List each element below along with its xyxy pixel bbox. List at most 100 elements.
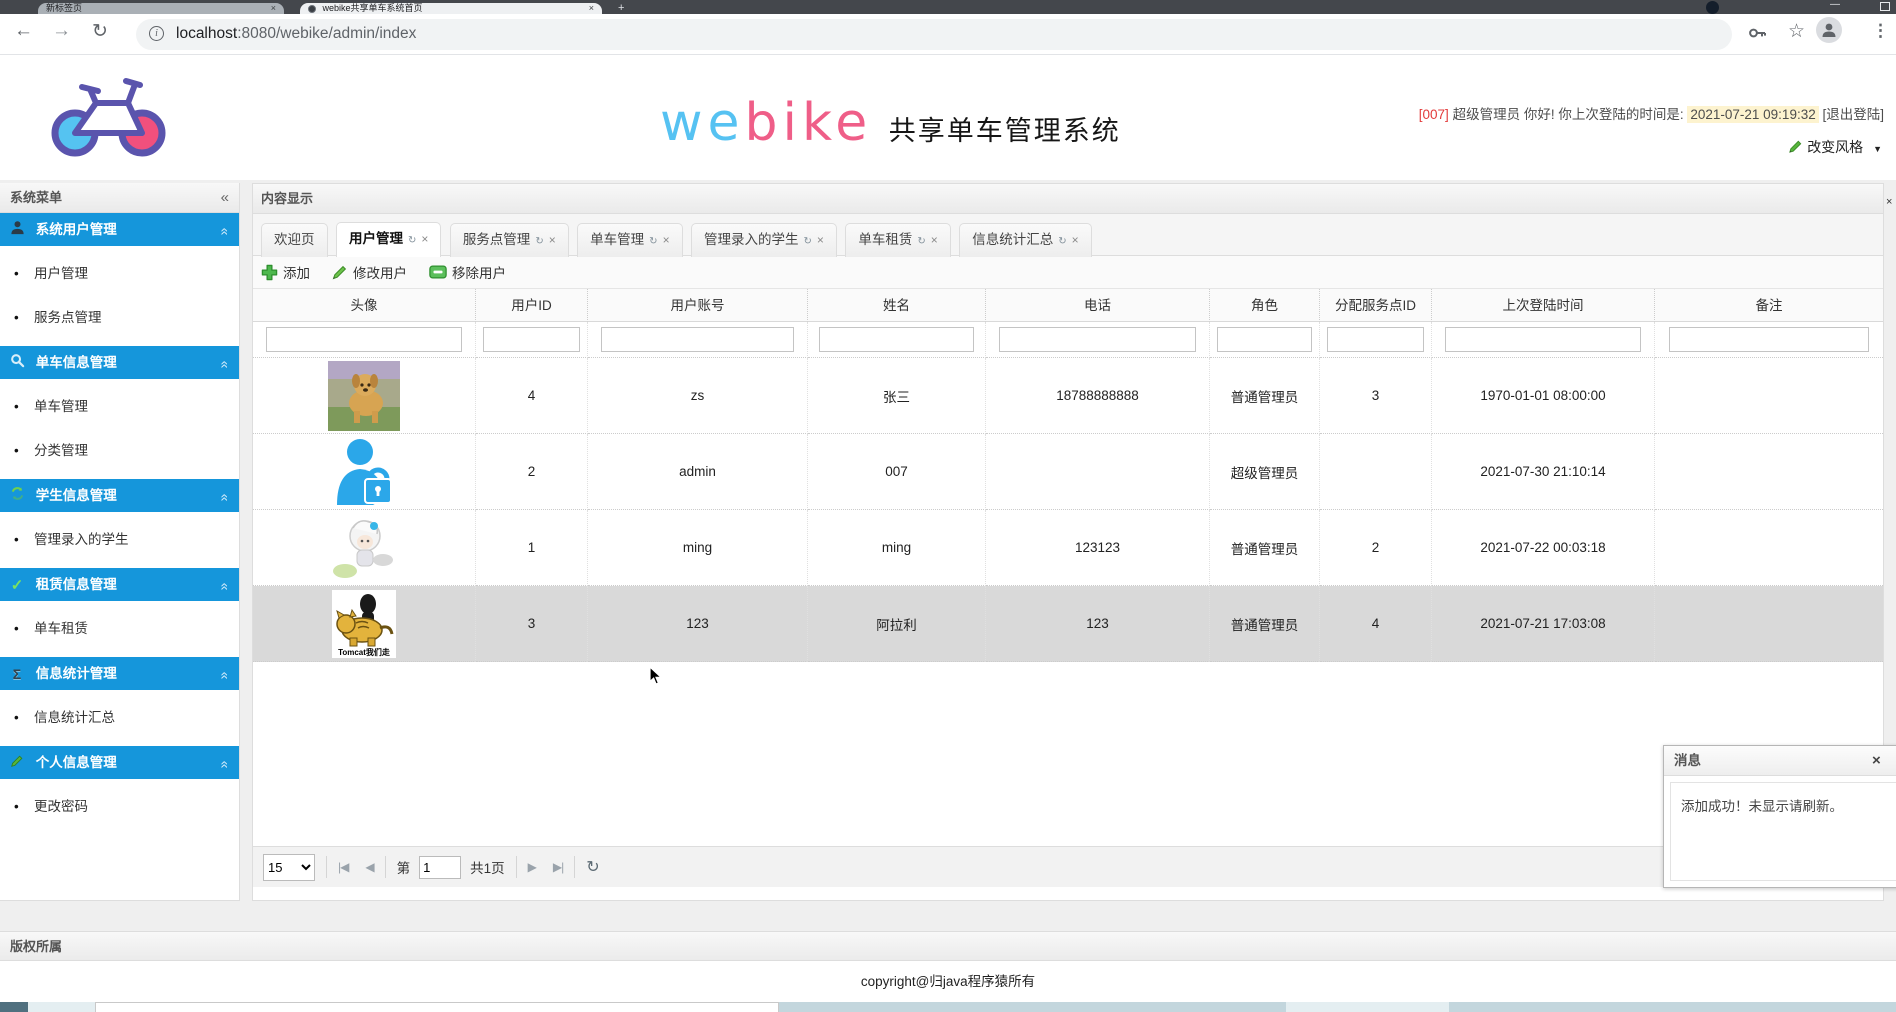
screen: × 新标签页 × webike共享单车系统首页 + — ← → ↻ i loca…	[0, 0, 1896, 1012]
page-size-select[interactable]: 15	[263, 853, 315, 881]
url-text[interactable]: localhost:8080/webike/admin/index	[176, 25, 416, 43]
next-page-button[interactable]: ▶	[528, 860, 537, 874]
edit-user-button[interactable]: 修改用户	[332, 262, 407, 282]
filter-role-input[interactable]	[1216, 327, 1313, 352]
sidebar-section-system-user-mgmt[interactable]: 系统用户管理 «	[0, 213, 239, 246]
col-account[interactable]: 用户账号	[588, 289, 808, 322]
col-user-id[interactable]: 用户ID	[476, 289, 588, 322]
sidebar-item-category-management[interactable]: • 分类管理	[0, 429, 239, 473]
sidebar-section-student-info-mgmt[interactable]: 学生信息管理 «	[0, 479, 239, 512]
chevron-up-icon[interactable]: «	[209, 228, 242, 236]
col-phone[interactable]: 电话	[986, 289, 1210, 322]
sidebar-section-personal-info-mgmt[interactable]: 个人信息管理 «	[0, 746, 239, 779]
tab-close-icon[interactable]: ×	[549, 233, 556, 247]
page-info-icon[interactable]: i	[149, 26, 164, 41]
tab-refresh-icon[interactable]: ↻	[1058, 236, 1066, 247]
sidebar-item-service-point-management[interactable]: • 服务点管理	[0, 296, 239, 340]
logout-link[interactable]: [退出登陆]	[1822, 107, 1884, 122]
window-minimize-icon[interactable]: —	[1830, 0, 1840, 10]
sidebar-item-admin-entered-students[interactable]: • 管理录入的学生	[0, 518, 239, 562]
sidebar-collapse-icon[interactable]: «	[221, 183, 229, 213]
profile-avatar-icon[interactable]	[1816, 17, 1842, 43]
chevron-up-icon[interactable]: «	[209, 583, 242, 591]
col-name[interactable]: 姓名	[808, 289, 986, 322]
tab-refresh-icon[interactable]: ↻	[917, 236, 925, 247]
sidebar-item-user-management[interactable]: • 用户管理	[0, 252, 239, 296]
sidebar-section-rental-info-mgmt[interactable]: ✓ 租赁信息管理 «	[0, 568, 239, 601]
bullet-icon: •	[14, 532, 19, 547]
refresh-grid-icon[interactable]: ↻	[586, 857, 599, 877]
tab-close-icon[interactable]: ×	[271, 3, 276, 14]
last-page-button[interactable]: ▶|	[553, 860, 564, 874]
chevron-up-icon[interactable]: «	[209, 672, 242, 680]
message-close-icon[interactable]: ×	[1872, 746, 1881, 776]
browser-tab-newtab[interactable]: × 新标签页	[38, 3, 284, 14]
table-row[interactable]: 2 admin 007 超级管理员 2021-07-30 21:10:14	[253, 434, 1883, 510]
tab-statistics-summary[interactable]: 信息统计汇总 ↻ ×	[959, 223, 1092, 257]
table-row[interactable]: 1 ming ming 123123 普通管理员 2 2021-07-22 00…	[253, 510, 1883, 586]
first-page-button[interactable]: |◀	[338, 860, 349, 874]
back-icon[interactable]: ←	[14, 20, 33, 42]
key-icon[interactable]	[1748, 24, 1768, 47]
tab-admin-entered-students[interactable]: 管理录入的学生 ↻ ×	[691, 223, 837, 257]
tab-close-icon[interactable]: ×	[931, 233, 938, 247]
col-note[interactable]: 备注	[1655, 289, 1883, 322]
tab-refresh-icon[interactable]: ↻	[804, 236, 812, 247]
prev-page-button[interactable]: ◀	[365, 860, 374, 874]
new-tab-button[interactable]: +	[618, 2, 624, 14]
filter-phone-input[interactable]	[999, 327, 1196, 352]
filter-account-input[interactable]	[601, 327, 794, 352]
chevron-up-icon[interactable]: «	[209, 361, 242, 369]
browser-profile-icon[interactable]	[1706, 1, 1719, 14]
sidebar-section-bike-info-mgmt[interactable]: 单车信息管理 «	[0, 346, 239, 379]
tab-close-icon[interactable]: ×	[1072, 233, 1079, 247]
page-number-input[interactable]	[419, 855, 462, 879]
tab-close-icon[interactable]: ×	[663, 233, 670, 247]
sidebar-item-bike-management[interactable]: • 单车管理	[0, 385, 239, 429]
tab-close-icon[interactable]: ×	[589, 3, 594, 14]
cell-user-id: 1	[476, 510, 588, 586]
remove-user-button[interactable]: 移除用户	[429, 262, 506, 282]
col-service-point[interactable]: 分配服务点ID	[1320, 289, 1432, 322]
tab-user-management[interactable]: 用户管理 ↻ ×	[335, 222, 442, 257]
sidebar-section-statistics-mgmt[interactable]: Σ 信息统计管理 «	[0, 657, 239, 690]
sidebar-item-change-password[interactable]: • 更改密码	[0, 785, 239, 829]
sidebar-item-statistics-summary[interactable]: • 信息统计汇总	[0, 696, 239, 740]
filter-user-id-input[interactable]	[482, 327, 581, 352]
add-button[interactable]: 添加	[261, 262, 310, 282]
chevron-up-icon[interactable]: «	[209, 761, 242, 769]
tab-refresh-icon[interactable]: ↻	[649, 236, 657, 247]
browser-menu-dots-icon[interactable]: ⋮	[1872, 21, 1889, 41]
forward-icon[interactable]: →	[52, 20, 71, 42]
taskbar-search-box[interactable]	[95, 1002, 779, 1012]
tab-welcome[interactable]: 欢迎页	[261, 223, 328, 257]
reload-icon[interactable]: ↻	[92, 20, 108, 43]
table-row[interactable]: 4 zs 张三 18788888888 普通管理员 3 1970-01-01 0…	[253, 358, 1883, 434]
filter-note-input[interactable]	[1668, 327, 1870, 352]
tab-refresh-icon[interactable]: ↻	[408, 235, 416, 246]
add-icon	[261, 264, 278, 280]
bookmark-star-icon[interactable]: ☆	[1788, 20, 1805, 43]
table-row-selected[interactable]: Tomcat我们走 3 123 阿拉利 123 普通管理员 4 2021-07-…	[253, 586, 1883, 662]
col-last-login[interactable]: 上次登陆时间	[1432, 289, 1655, 322]
tab-close-icon[interactable]: ×	[421, 232, 428, 246]
window-maximize-icon[interactable]	[1880, 2, 1890, 11]
browser-tab-webike[interactable]: × webike共享单车系统首页	[300, 3, 602, 14]
filter-avatar-input[interactable]	[266, 327, 462, 352]
tab-bike-rental[interactable]: 单车租赁 ↻ ×	[845, 223, 951, 257]
tab-bike-management[interactable]: 单车管理 ↻ ×	[577, 223, 683, 257]
address-bar[interactable]: i localhost:8080/webike/admin/index	[136, 19, 1732, 50]
sidebar-item-bike-rental[interactable]: • 单车租赁	[0, 607, 239, 651]
col-avatar[interactable]: 头像	[253, 289, 476, 322]
filter-last-login-input[interactable]	[1445, 327, 1641, 352]
chevron-up-icon[interactable]: «	[209, 494, 242, 502]
tab-refresh-icon[interactable]: ↻	[535, 236, 543, 247]
col-role[interactable]: 角色	[1210, 289, 1320, 322]
change-style-button[interactable]: 改变风格 ▼	[1788, 137, 1882, 157]
tab-service-point-management[interactable]: 服务点管理 ↻ ×	[449, 223, 569, 257]
tab-close-icon[interactable]: ×	[817, 233, 824, 247]
message-window-titlebar[interactable]: 消息 ×	[1664, 746, 1896, 776]
filter-name-input[interactable]	[818, 327, 975, 352]
clipped-panel-tool-icon[interactable]: ×	[1886, 196, 1896, 208]
filter-service-point-input[interactable]	[1326, 327, 1425, 352]
